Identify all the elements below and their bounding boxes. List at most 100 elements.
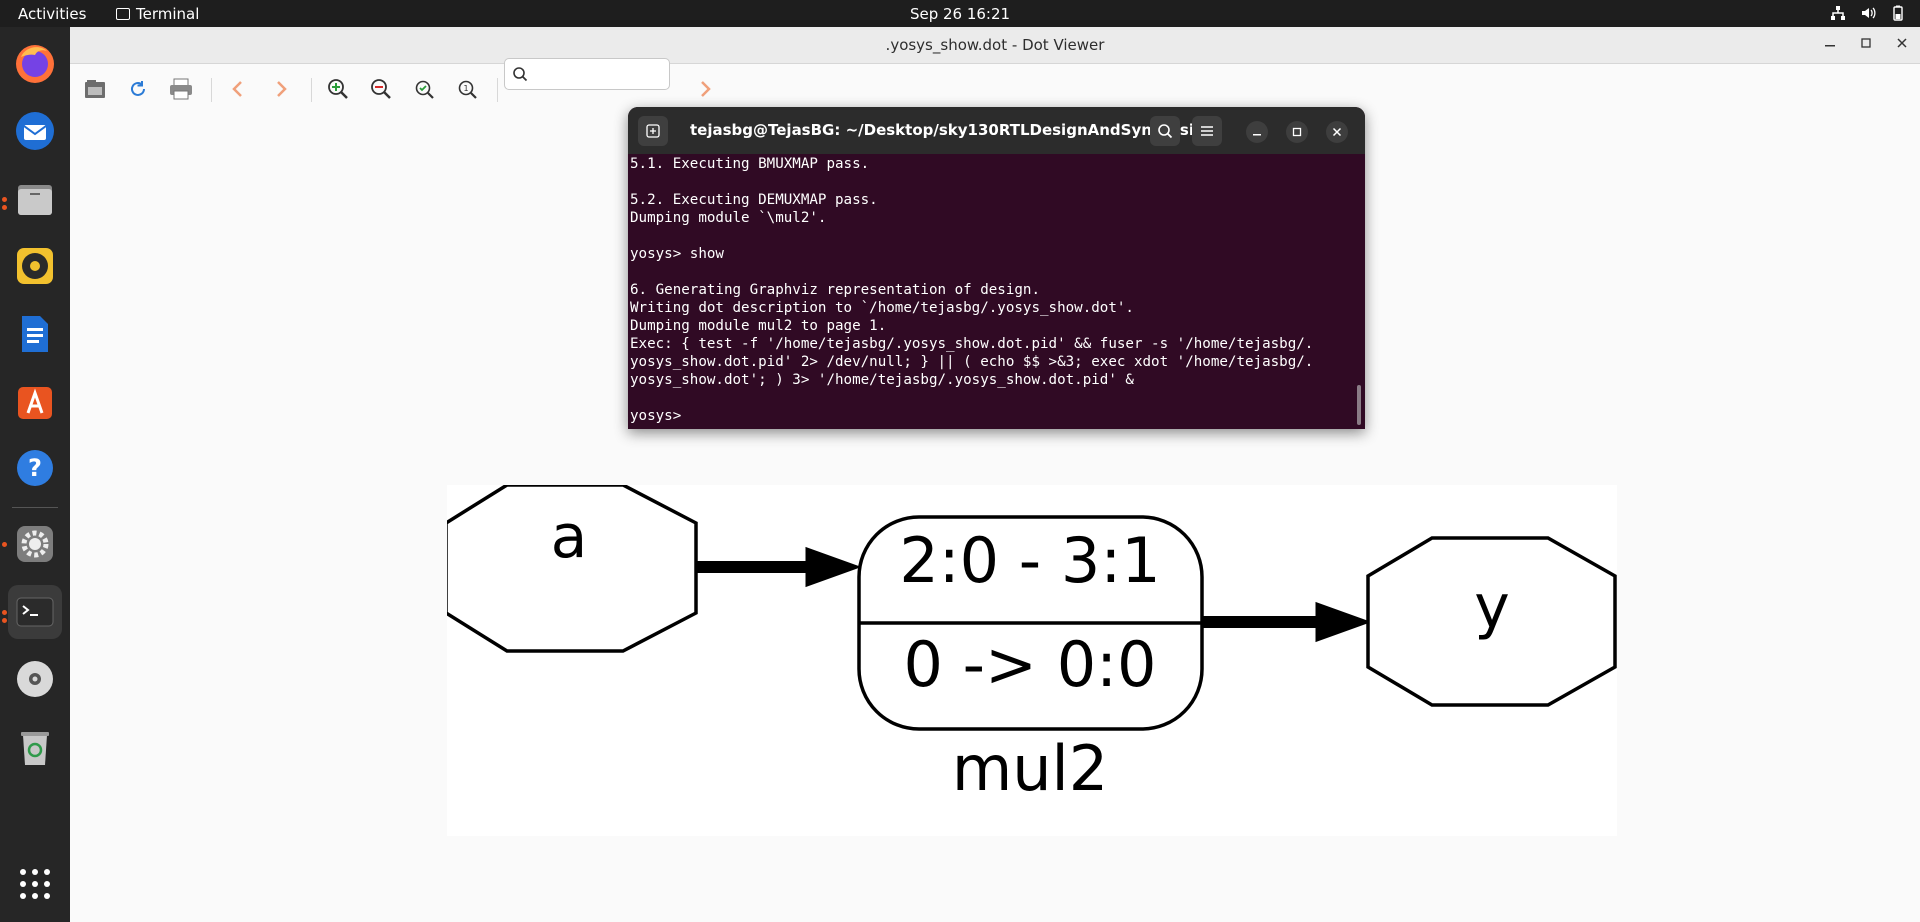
terminal-search-button[interactable] bbox=[1150, 116, 1180, 146]
files-icon bbox=[18, 185, 52, 215]
dock-files[interactable] bbox=[8, 172, 62, 226]
app-center-icon bbox=[18, 387, 52, 419]
terminal-line: 6. Generating Graphviz representation of… bbox=[630, 282, 1040, 298]
battery-icon bbox=[1893, 5, 1903, 21]
window-title: .yosys_show.dot - Dot Viewer bbox=[885, 36, 1105, 54]
zoom-100-button[interactable]: 1 bbox=[452, 74, 482, 104]
terminal-line: Dumping module mul2 to page 1. bbox=[630, 318, 887, 334]
node-a-label: a bbox=[551, 502, 588, 572]
top-bar: Activities Terminal Sep 26 16:21 bbox=[0, 0, 1920, 27]
dock-trash[interactable] bbox=[8, 720, 62, 774]
chevron-right-icon bbox=[277, 81, 287, 97]
terminal-line: 5.1. Executing BMUXMAP pass. bbox=[630, 156, 870, 172]
dock-disc[interactable] bbox=[8, 652, 62, 706]
dock-firefox[interactable] bbox=[8, 36, 62, 90]
help-icon: ? bbox=[17, 450, 53, 486]
minimize-button[interactable] bbox=[1822, 35, 1838, 51]
terminal-menu-button[interactable] bbox=[1192, 116, 1222, 146]
dock-settings[interactable] bbox=[8, 517, 62, 571]
close-icon bbox=[1897, 38, 1907, 48]
zoom-out-icon bbox=[371, 79, 391, 99]
app-menu-label: Terminal bbox=[136, 5, 200, 23]
search-icon bbox=[513, 67, 528, 82]
graph-canvas[interactable]: a 2:0 - 3:1 0 -> 0:0 y mul2 bbox=[444, 483, 1617, 836]
print-icon bbox=[170, 78, 192, 100]
maximize-button[interactable] bbox=[1858, 35, 1874, 51]
terminal-small-icon bbox=[116, 8, 130, 20]
network-icon bbox=[1831, 6, 1845, 20]
reload-button[interactable] bbox=[123, 74, 153, 104]
volume-icon bbox=[1862, 7, 1876, 19]
open-file-icon bbox=[85, 80, 105, 98]
maximize-icon bbox=[1861, 38, 1871, 48]
terminal-line: 5.2. Executing DEMUXMAP pass. bbox=[630, 192, 878, 208]
edge-a-arrowhead bbox=[805, 546, 862, 588]
open-button[interactable] bbox=[80, 74, 110, 104]
clock[interactable]: Sep 26 16:21 bbox=[910, 5, 1010, 23]
new-tab-button[interactable] bbox=[638, 116, 668, 146]
disc-icon bbox=[17, 661, 53, 697]
maximize-icon bbox=[1292, 127, 1302, 137]
terminal-scrollbar[interactable] bbox=[1357, 385, 1361, 425]
thunderbird-icon bbox=[16, 112, 54, 150]
dock-terminal[interactable] bbox=[8, 585, 62, 639]
dock-help[interactable]: ? bbox=[8, 441, 62, 495]
minimize-icon bbox=[1253, 134, 1261, 136]
dock-app-center[interactable] bbox=[8, 374, 62, 428]
terminal-close-button[interactable] bbox=[1326, 121, 1348, 143]
terminal-window[interactable]: tejasbg@TejasBG: ~/Desktop/sky130RTLDesi… bbox=[628, 107, 1365, 429]
module-label: mul2 bbox=[952, 732, 1108, 805]
new-tab-icon bbox=[646, 124, 660, 138]
find-next-button[interactable] bbox=[690, 74, 720, 104]
zoom-fit-icon bbox=[415, 80, 434, 99]
firefox-icon bbox=[16, 45, 54, 83]
refresh-icon bbox=[131, 81, 145, 96]
cell-top-label: 2:0 - 3:1 bbox=[899, 524, 1160, 597]
zoom-out-button[interactable] bbox=[366, 74, 396, 104]
rhythmbox-icon bbox=[17, 248, 53, 284]
dock-rhythmbox[interactable] bbox=[8, 239, 62, 293]
terminal-line: yosys> show bbox=[630, 246, 724, 262]
settings-icon bbox=[17, 526, 53, 562]
minimize-icon bbox=[1825, 45, 1835, 47]
dock-thunderbird[interactable] bbox=[8, 104, 62, 158]
zoom-fit-button[interactable] bbox=[409, 74, 439, 104]
terminal-line: Dumping module `\mul2'. bbox=[630, 210, 827, 226]
terminal-title: tejasbg@TejasBG: ~/Desktop/sky130RTLDesi… bbox=[690, 121, 1221, 139]
svg-text:?: ? bbox=[28, 454, 42, 482]
close-button[interactable] bbox=[1894, 35, 1910, 51]
chevron-right-icon bbox=[701, 81, 711, 97]
terminal-minimize-button[interactable] bbox=[1246, 121, 1268, 143]
dock: ? bbox=[0, 27, 70, 922]
close-icon bbox=[1332, 127, 1342, 137]
hamburger-menu-icon bbox=[1201, 126, 1213, 136]
terminal-line: yosys_show.dot'; ) 3> '/home/tejasbg/.yo… bbox=[630, 372, 1134, 388]
show-apps-icon bbox=[20, 869, 50, 899]
zoom-in-button[interactable] bbox=[323, 74, 353, 104]
terminal-icon bbox=[16, 597, 54, 627]
app-menu[interactable]: Terminal bbox=[116, 5, 199, 23]
back-button[interactable] bbox=[223, 74, 253, 104]
terminal-output[interactable]: 5.1. Executing BMUXMAP pass. 5.2. Execut… bbox=[630, 155, 1345, 427]
print-button[interactable] bbox=[166, 74, 196, 104]
zoom-original-icon: 1 bbox=[458, 80, 477, 99]
edge-cell-y-arrowhead bbox=[1315, 601, 1372, 643]
viewer-titlebar[interactable]: .yosys_show.dot - Dot Viewer bbox=[70, 27, 1920, 64]
terminal-line: yosys> bbox=[630, 408, 690, 424]
terminal-line: Writing dot description to `/home/tejasb… bbox=[630, 300, 1134, 316]
terminal-headerbar[interactable]: tejasbg@TejasBG: ~/Desktop/sky130RTLDesi… bbox=[628, 107, 1365, 154]
forward-button[interactable] bbox=[266, 74, 296, 104]
system-tray[interactable] bbox=[1830, 5, 1906, 21]
zoom-in-icon bbox=[328, 79, 348, 99]
terminal-maximize-button[interactable] bbox=[1286, 121, 1308, 143]
activities-button[interactable]: Activities bbox=[18, 5, 86, 23]
dock-show-apps[interactable] bbox=[8, 857, 62, 911]
dock-writer[interactable] bbox=[8, 307, 62, 361]
node-y-label: y bbox=[1474, 572, 1510, 642]
dot-graph[interactable]: a 2:0 - 3:1 0 -> 0:0 y mul2 bbox=[444, 483, 1617, 836]
find-input[interactable] bbox=[504, 58, 670, 90]
